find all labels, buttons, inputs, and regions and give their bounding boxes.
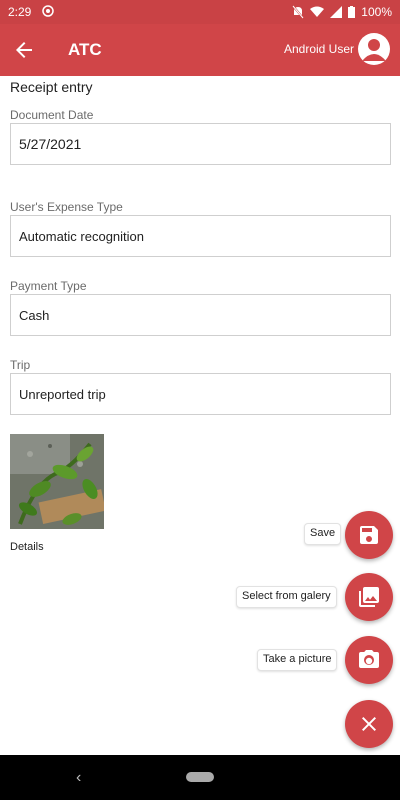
save-button[interactable] [345, 511, 393, 559]
receipt-photo[interactable] [10, 434, 104, 529]
expense-type-label: User's Expense Type [10, 200, 123, 214]
camera-icon [359, 650, 379, 668]
section-title: Receipt entry [10, 79, 93, 95]
trip-label: Trip [10, 358, 31, 372]
payment-type-value: Cash [19, 308, 50, 323]
save-icon [360, 526, 378, 544]
gallery-label[interactable]: Select from galery [236, 586, 337, 608]
wifi-icon [310, 6, 325, 17]
back-arrow-icon[interactable] [12, 38, 36, 62]
status-bar: 2:29 100% [0, 0, 400, 24]
expense-type-field[interactable]: Automatic recognition [10, 215, 391, 257]
details-label: Details [10, 541, 44, 553]
sync-icon [42, 5, 54, 17]
nav-back-icon[interactable]: ‹ [76, 769, 81, 787]
gallery-icon [359, 587, 379, 607]
photo-image [10, 434, 104, 529]
battery-icon [348, 6, 356, 18]
document-date-value: 5/27/2021 [19, 136, 82, 152]
document-date-label: Document Date [10, 108, 94, 122]
status-icons: 100% [292, 4, 392, 20]
avatar-icon [362, 39, 386, 61]
avatar[interactable] [358, 33, 390, 65]
battery-percent: 100% [361, 5, 392, 19]
app-bar: ATC Android User [0, 24, 400, 76]
system-nav-bar: ‹ [0, 755, 400, 800]
gallery-button[interactable] [345, 573, 393, 621]
camera-label[interactable]: Take a picture [257, 649, 338, 671]
status-time: 2:29 [8, 5, 32, 19]
camera-button[interactable] [345, 636, 393, 684]
expense-type-value: Automatic recognition [19, 229, 145, 244]
user-name[interactable]: Android User [284, 42, 354, 56]
close-menu-button[interactable] [345, 700, 393, 748]
close-icon [362, 717, 376, 731]
signal-icon [330, 6, 343, 18]
document-date-field[interactable]: 5/27/2021 [10, 123, 391, 165]
payment-type-label: Payment Type [10, 279, 87, 293]
save-label[interactable]: Save [304, 523, 342, 545]
nav-home-button[interactable] [186, 772, 214, 782]
trip-field[interactable]: Unreported trip [10, 373, 391, 415]
page-title: ATC [68, 40, 102, 59]
trip-value: Unreported trip [19, 387, 106, 402]
payment-type-field[interactable]: Cash [10, 294, 391, 336]
mute-icon [292, 5, 305, 19]
